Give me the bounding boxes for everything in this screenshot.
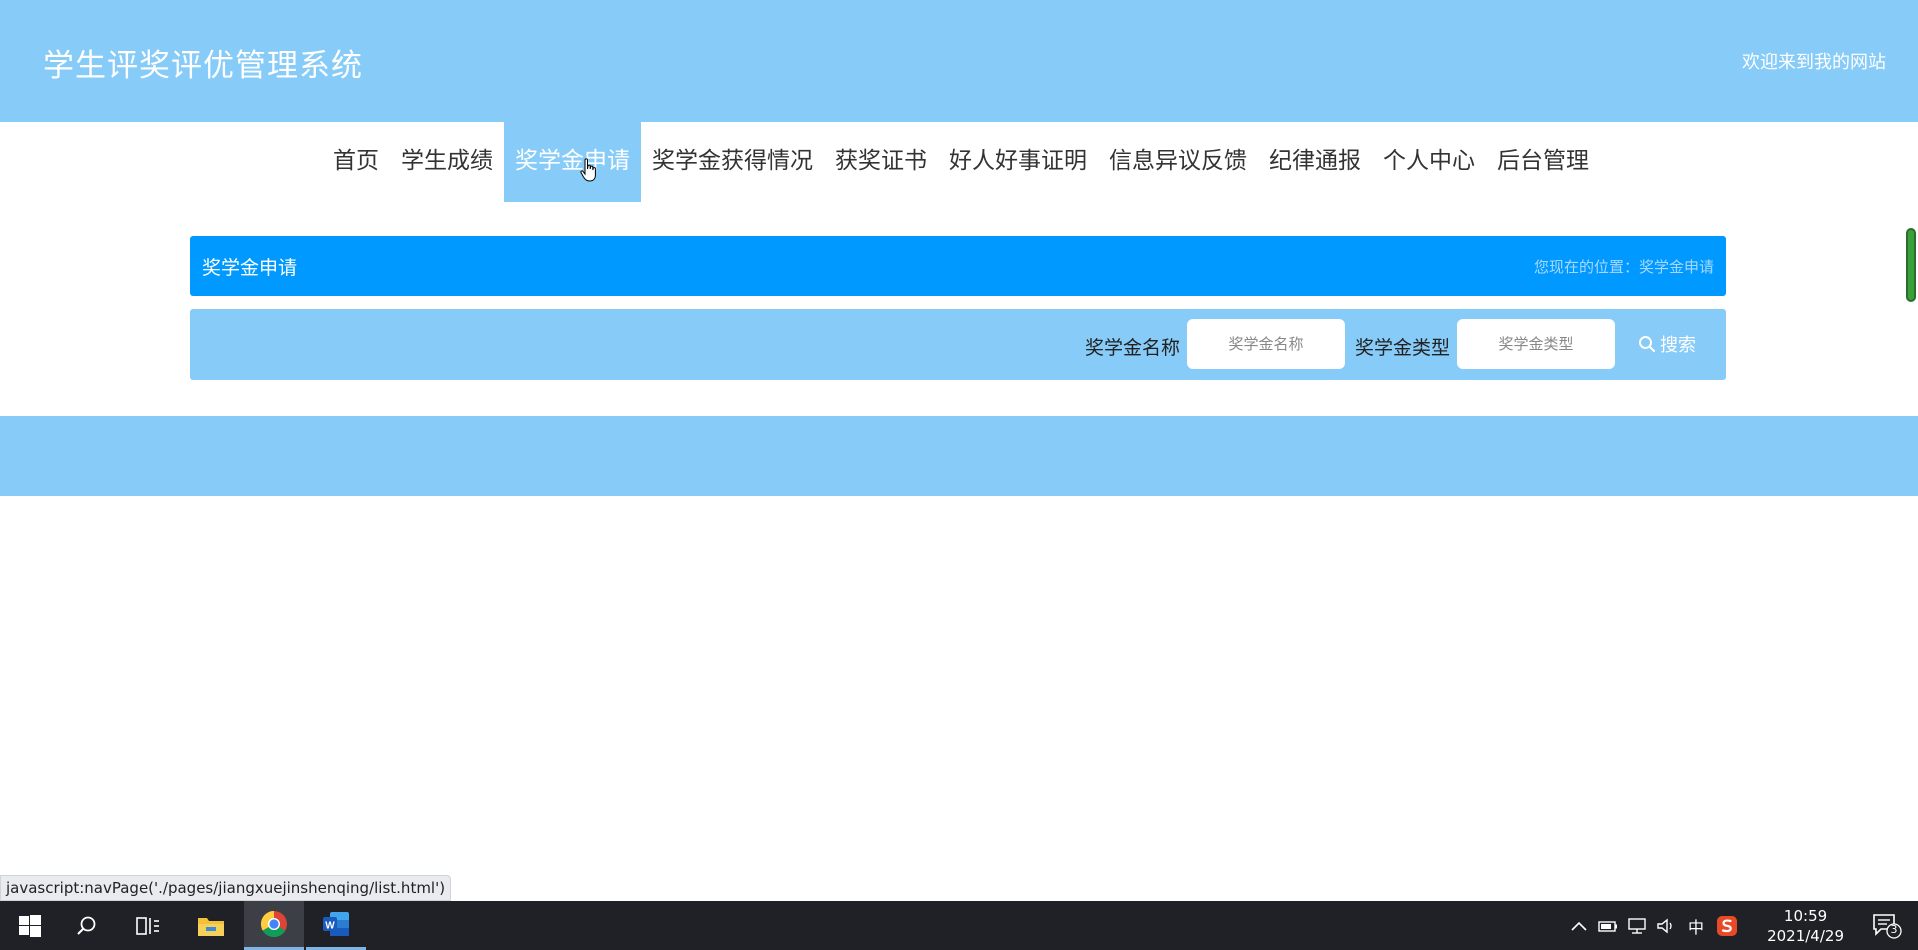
site-header: 学生评奖评优管理系统 欢迎来到我的网站 — [0, 0, 1918, 122]
taskbar-search-button[interactable] — [57, 901, 117, 950]
ime-indicator[interactable]: 中 — [1688, 914, 1704, 938]
file-explorer-button[interactable] — [181, 901, 241, 950]
nav-item-good-deeds[interactable]: 好人好事证明 — [938, 122, 1098, 202]
notification-center-button[interactable]: 3 — [1872, 913, 1902, 943]
folder-icon — [198, 917, 224, 936]
word-icon: W — [323, 912, 349, 936]
welcome-text: 欢迎来到我的网站 — [1742, 52, 1886, 73]
search-bar: 奖学金名称 奖学金类型 搜索 — [190, 309, 1726, 380]
site-title: 学生评奖评优管理系统 — [43, 48, 363, 84]
nav-item-award-certificates[interactable]: 获奖证书 — [824, 122, 938, 202]
nav-item-personal-center[interactable]: 个人中心 — [1372, 122, 1486, 202]
chrome-icon — [260, 910, 287, 938]
nav-item-student-scores[interactable]: 学生成绩 — [390, 122, 504, 202]
nav-item-admin[interactable]: 后台管理 — [1486, 122, 1600, 202]
scrollbar-thumb[interactable] — [1906, 228, 1916, 302]
scholarship-type-label: 奖学金类型 — [1355, 337, 1451, 359]
chrome-button[interactable] — [244, 901, 304, 950]
taskbar: W 中 10:59 2021/4/29 3 — [0, 901, 1918, 950]
network-icon[interactable] — [1626, 917, 1648, 935]
status-bar-url: javascript:navPage('./pages/jiangxuejins… — [0, 875, 452, 901]
nav-item-scholarship-application[interactable]: 奖学金申请 — [504, 122, 641, 202]
main-nav: 首页 学生成绩 奖学金申请 奖学金获得情况 获奖证书 好人好事证明 信息异议反馈… — [0, 122, 1918, 202]
system-tray: 中 — [1570, 901, 1738, 950]
sogou-input-icon[interactable] — [1716, 915, 1738, 937]
search-icon — [1639, 336, 1656, 353]
chevron-up-icon[interactable] — [1570, 919, 1588, 933]
volume-icon[interactable] — [1656, 917, 1678, 935]
notification-count-badge: 3 — [1890, 923, 1898, 936]
scholarship-name-label: 奖学金名称 — [1085, 337, 1181, 359]
search-button[interactable]: 搜索 — [1638, 331, 1696, 357]
task-view-button[interactable] — [118, 901, 178, 950]
page-title-bar: 奖学金申请 您现在的位置：奖学金申请 — [190, 236, 1726, 296]
clock[interactable]: 10:59 2021/4/29 — [1767, 906, 1844, 946]
page-title: 奖学金申请 — [202, 257, 298, 279]
hand-cursor-icon — [580, 158, 596, 182]
start-button[interactable] — [0, 901, 60, 950]
battery-icon[interactable] — [1598, 919, 1618, 933]
site-footer — [0, 416, 1918, 496]
scholarship-type-input[interactable] — [1457, 319, 1615, 369]
clock-date: 2021/4/29 — [1767, 927, 1844, 945]
clock-time: 10:59 — [1783, 907, 1828, 925]
nav-item-scholarship-results[interactable]: 奖学金获得情况 — [641, 122, 824, 202]
scholarship-name-input[interactable] — [1187, 319, 1345, 369]
search-icon — [77, 916, 96, 935]
search-button-label: 搜索 — [1660, 335, 1696, 356]
nav-item-discipline[interactable]: 纪律通报 — [1258, 122, 1372, 202]
windows-logo-icon — [19, 914, 41, 937]
nav-item-home[interactable]: 首页 — [322, 122, 390, 202]
nav-item-feedback[interactable]: 信息异议反馈 — [1098, 122, 1258, 202]
word-button[interactable]: W — [306, 901, 366, 950]
breadcrumb: 您现在的位置：奖学金申请 — [1533, 258, 1714, 276]
svg-text:W: W — [325, 921, 335, 932]
task-view-icon — [136, 916, 159, 935]
